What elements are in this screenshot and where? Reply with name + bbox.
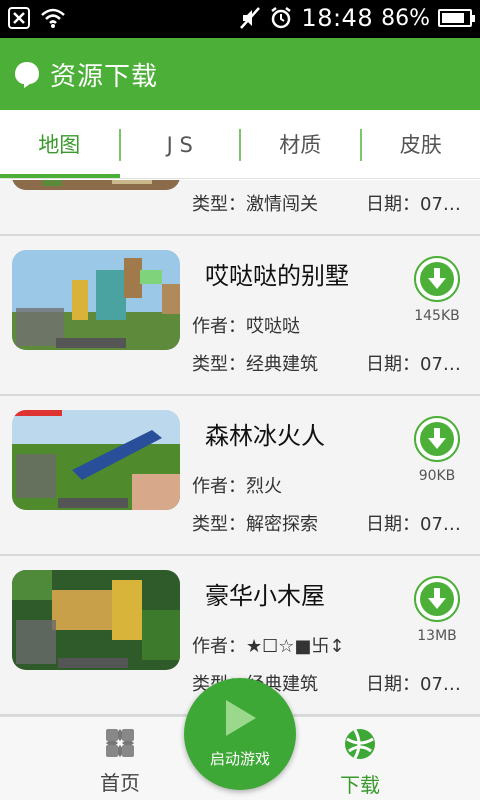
tab-texture[interactable]: 材质: [241, 110, 360, 180]
file-size: 90KB: [418, 468, 456, 484]
item-date: 日期：07…: [366, 514, 461, 535]
download-button[interactable]: [414, 256, 460, 302]
app-header: 资源下载: [0, 38, 480, 110]
resource-list[interactable]: 类型：激情闯关 日期：07… 哎哒哒的别墅 作者：哎哒哒 类型：经典建筑 日期：…: [0, 180, 480, 716]
file-size: 13MB: [417, 628, 457, 644]
download-icon: [420, 582, 454, 616]
battery-icon: [438, 9, 475, 27]
play-icon: [226, 700, 256, 736]
tab-skin[interactable]: 皮肤: [362, 110, 480, 180]
item-author: 作者：烈火: [192, 476, 282, 497]
map-thumbnail: [12, 570, 180, 670]
item-title: 哎哒哒的别墅: [205, 262, 349, 290]
map-thumbnail: [12, 410, 180, 510]
tab-js[interactable]: J S: [121, 110, 240, 180]
battery-percent: 86%: [381, 5, 430, 31]
download-button[interactable]: [414, 416, 460, 462]
item-date: 日期：07…: [366, 674, 461, 695]
status-left: [8, 7, 66, 29]
nav-home-label: 首页: [100, 771, 140, 795]
map-thumbnail: [12, 180, 180, 190]
nav-download-label: 下载: [340, 773, 380, 797]
download-button[interactable]: [414, 576, 460, 622]
tabs-divider: [0, 178, 480, 179]
close-notification-icon: [8, 7, 30, 29]
page-title: 资源下载: [50, 61, 159, 92]
list-item[interactable]: 类型：激情闯关 日期：07…: [0, 180, 480, 236]
item-type: 类型：激情闯关: [192, 194, 318, 215]
launch-game-label: 启动游戏: [209, 750, 270, 768]
file-size: 145KB: [414, 308, 460, 324]
nav-home[interactable]: 首页: [60, 727, 180, 796]
item-date: 日期：07…: [366, 194, 461, 215]
item-title: 豪华小木屋: [205, 582, 325, 610]
item-type: 类型：经典建筑: [192, 354, 318, 375]
nav-download[interactable]: 下载: [300, 727, 420, 798]
status-right: 18:48 86%: [239, 4, 475, 32]
item-author: 作者：哎哒哒: [192, 316, 300, 337]
launch-game-button[interactable]: 启动游戏: [184, 678, 296, 790]
download-icon: [420, 262, 454, 296]
item-date: 日期：07…: [366, 354, 461, 375]
download-icon: [420, 422, 454, 456]
home-grid-icon: [106, 729, 134, 757]
list-item[interactable]: 森林冰火人 作者：烈火 类型：解密探索 日期：07… 90KB: [0, 396, 480, 556]
item-title: 森林冰火人: [205, 422, 325, 450]
map-thumbnail: [12, 250, 180, 350]
logo-icon: [15, 62, 39, 88]
list-item[interactable]: 哎哒哒的别墅 作者：哎哒哒 类型：经典建筑 日期：07… 145KB: [0, 236, 480, 396]
globe-icon: [345, 729, 375, 759]
tab-map[interactable]: 地图: [0, 110, 119, 180]
item-type: 类型：解密探索: [192, 514, 318, 535]
mute-icon: [240, 7, 261, 29]
item-author: 作者：★☐☆■卐↕: [192, 636, 345, 657]
status-bar: 18:48 86%: [0, 0, 480, 38]
wifi-icon: [41, 8, 65, 28]
alarm-icon: [271, 7, 292, 29]
category-tabs: 地图 J S 材质 皮肤: [0, 110, 480, 180]
clock: 18:48: [301, 4, 374, 32]
